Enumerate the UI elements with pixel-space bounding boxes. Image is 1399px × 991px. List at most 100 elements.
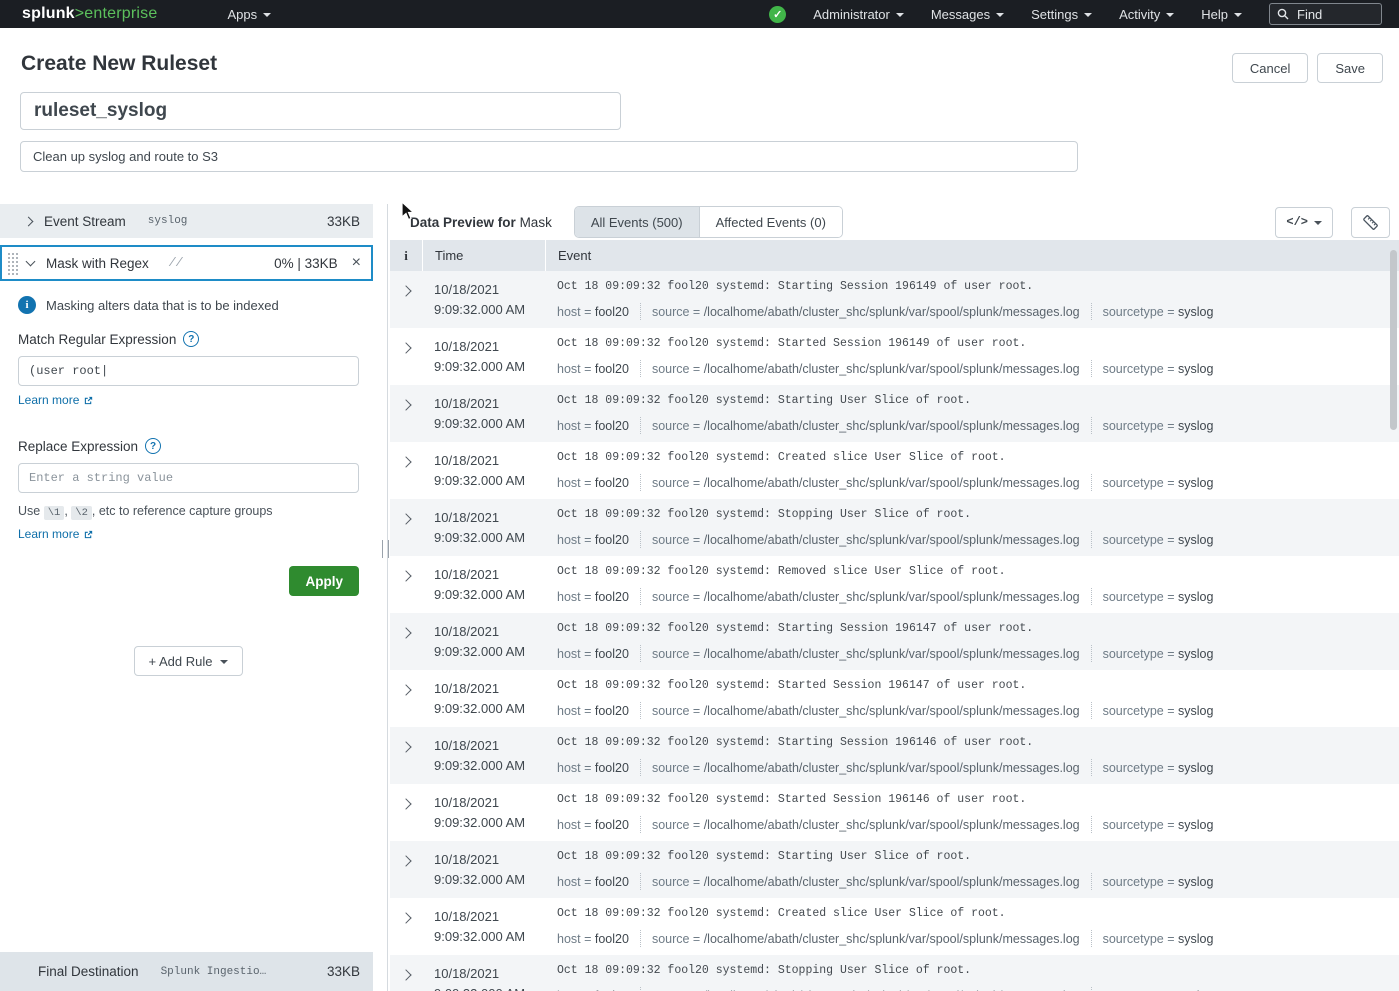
source-field[interactable]: source = /localhome/abath/cluster_shc/sp…	[652, 533, 1080, 547]
source-field[interactable]: source = /localhome/abath/cluster_shc/sp…	[652, 476, 1080, 490]
save-button[interactable]: Save	[1317, 53, 1383, 83]
sourcetype-field[interactable]: sourcetype = syslog	[1103, 647, 1214, 661]
metadata-divider	[640, 588, 641, 605]
source-field[interactable]: source = /localhome/abath/cluster_shc/sp…	[652, 305, 1080, 319]
column-header-time[interactable]: Time	[422, 240, 545, 271]
expand-row-button[interactable]	[390, 955, 422, 991]
splunk-logo[interactable]: splunk>enterprise	[22, 5, 157, 23]
learn-more-link-replace[interactable]: Learn more	[18, 527, 94, 541]
find-search-input[interactable]	[1295, 6, 1373, 23]
help-icon[interactable]: ?	[145, 438, 161, 454]
code-view-button[interactable]: </>	[1275, 207, 1333, 238]
event-metadata: host = fool20 source = /localhome/abath/c…	[557, 474, 1399, 491]
drag-handle-icon[interactable]	[6, 251, 18, 275]
chevron-right-icon	[400, 285, 411, 296]
source-field[interactable]: source = /localhome/abath/cluster_shc/sp…	[652, 590, 1080, 604]
expand-row-button[interactable]	[390, 271, 422, 328]
host-field[interactable]: host = fool20	[557, 305, 629, 319]
host-field[interactable]: host = fool20	[557, 533, 629, 547]
measure-button[interactable]	[1351, 207, 1390, 238]
host-field[interactable]: host = fool20	[557, 818, 629, 832]
source-field[interactable]: source = /localhome/abath/cluster_shc/sp…	[652, 419, 1080, 433]
activity-menu[interactable]: Activity	[1119, 7, 1174, 22]
event-time: 10/18/20219:09:32.000 AM	[422, 955, 545, 991]
sourcetype-field[interactable]: sourcetype = syslog	[1103, 362, 1214, 376]
settings-menu[interactable]: Settings	[1031, 7, 1092, 22]
host-field[interactable]: host = fool20	[557, 590, 629, 604]
note-text: , etc to reference capture groups	[92, 504, 273, 518]
sourcetype-field[interactable]: sourcetype = syslog	[1103, 419, 1214, 433]
expand-row-button[interactable]	[390, 442, 422, 499]
expand-row-button[interactable]	[390, 556, 422, 613]
host-field[interactable]: host = fool20	[557, 704, 629, 718]
replace-expression-input[interactable]	[18, 463, 359, 493]
vertical-scrollbar-thumb[interactable]	[1390, 250, 1397, 430]
health-status-icon[interactable]: ✓	[769, 6, 786, 23]
source-field[interactable]: source = /localhome/abath/cluster_shc/sp…	[652, 932, 1080, 946]
apply-button[interactable]: Apply	[289, 566, 359, 596]
metadata-divider	[1091, 987, 1092, 991]
expand-row-button[interactable]	[390, 613, 422, 670]
match-regex-input[interactable]	[18, 356, 359, 386]
final-destination-header[interactable]: Final Destination Splunk Ingestio… 33KB	[0, 952, 373, 991]
mask-rule-header[interactable]: Mask with Regex // 0% | 33KB ×	[0, 245, 373, 281]
expand-row-button[interactable]	[390, 841, 422, 898]
add-rule-button[interactable]: + Add Rule	[134, 646, 244, 676]
sourcetype-field[interactable]: sourcetype = syslog	[1103, 932, 1214, 946]
sourcetype-field[interactable]: sourcetype = syslog	[1103, 476, 1214, 490]
sourcetype-field[interactable]: sourcetype = syslog	[1103, 305, 1214, 319]
chevron-right-icon	[400, 912, 411, 923]
event-metadata: host = fool20 source = /localhome/abath/c…	[557, 816, 1399, 833]
metadata-divider	[1091, 702, 1092, 719]
host-field[interactable]: host = fool20	[557, 419, 629, 433]
source-field[interactable]: source = /localhome/abath/cluster_shc/sp…	[652, 362, 1080, 376]
sourcetype-field[interactable]: sourcetype = syslog	[1103, 761, 1214, 775]
host-field[interactable]: host = fool20	[557, 875, 629, 889]
source-field[interactable]: source = /localhome/abath/cluster_shc/sp…	[652, 818, 1080, 832]
find-search-box[interactable]	[1269, 3, 1382, 25]
caret-down-icon	[220, 660, 228, 664]
sourcetype-field[interactable]: sourcetype = syslog	[1103, 875, 1214, 889]
expand-row-button[interactable]	[390, 499, 422, 556]
cancel-button[interactable]: Cancel	[1232, 53, 1308, 83]
column-header-event[interactable]: Event	[545, 240, 1399, 271]
expand-row-button[interactable]	[390, 385, 422, 442]
sourcetype-field[interactable]: sourcetype = syslog	[1103, 818, 1214, 832]
event-time: 10/18/20219:09:32.000 AM	[422, 556, 545, 613]
close-icon[interactable]: ×	[352, 255, 361, 271]
panel-resize-handle[interactable]	[382, 540, 389, 558]
administrator-menu[interactable]: Administrator	[813, 7, 904, 22]
messages-menu[interactable]: Messages	[931, 7, 1004, 22]
host-field[interactable]: host = fool20	[557, 647, 629, 661]
expand-row-button[interactable]	[390, 328, 422, 385]
learn-more-link-match[interactable]: Learn more	[18, 393, 94, 407]
ruleset-description-input[interactable]	[20, 141, 1078, 172]
host-field[interactable]: host = fool20	[557, 476, 629, 490]
host-field[interactable]: host = fool20	[557, 761, 629, 775]
caret-down-icon	[1084, 13, 1092, 17]
tab-affected-events[interactable]: Affected Events (0)	[699, 207, 842, 237]
tab-all-events[interactable]: All Events (500)	[575, 207, 699, 237]
event-stream-size: 33KB	[327, 214, 360, 229]
event-time: 10/18/20219:09:32.000 AM	[422, 613, 545, 670]
host-field[interactable]: host = fool20	[557, 932, 629, 946]
source-field[interactable]: source = /localhome/abath/cluster_shc/sp…	[652, 875, 1080, 889]
expand-row-button[interactable]	[390, 784, 422, 841]
apps-menu[interactable]: Apps	[227, 7, 271, 22]
sourcetype-field[interactable]: sourcetype = syslog	[1103, 533, 1214, 547]
source-field[interactable]: source = /localhome/abath/cluster_shc/sp…	[652, 647, 1080, 661]
help-menu[interactable]: Help	[1201, 7, 1242, 22]
expand-row-button[interactable]	[390, 898, 422, 955]
help-icon[interactable]: ?	[183, 331, 199, 347]
ruleset-name-input[interactable]	[20, 92, 621, 130]
source-field[interactable]: source = /localhome/abath/cluster_shc/sp…	[652, 704, 1080, 718]
expand-row-button[interactable]	[390, 670, 422, 727]
source-field[interactable]: source = /localhome/abath/cluster_shc/sp…	[652, 761, 1080, 775]
sourcetype-field[interactable]: sourcetype = syslog	[1103, 704, 1214, 718]
host-field[interactable]: host = fool20	[557, 362, 629, 376]
preview-actions: </>	[1275, 207, 1390, 238]
metadata-divider	[1091, 360, 1092, 377]
expand-row-button[interactable]	[390, 727, 422, 784]
sourcetype-field[interactable]: sourcetype = syslog	[1103, 590, 1214, 604]
event-stream-header[interactable]: Event Stream syslog 33KB	[0, 204, 373, 238]
